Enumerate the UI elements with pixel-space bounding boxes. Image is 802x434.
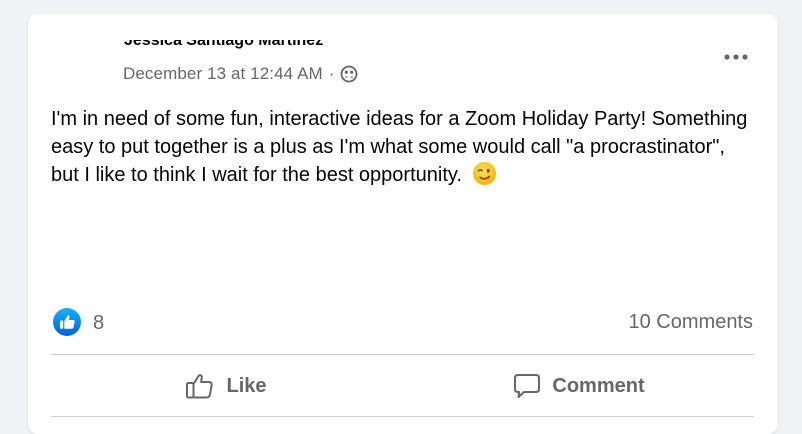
post-text: I'm in need of some fun, interactive ide… bbox=[51, 108, 748, 186]
comment-button-label: Comment bbox=[552, 374, 645, 397]
more-options-icon bbox=[724, 54, 748, 60]
comment-bubble-icon bbox=[514, 374, 541, 398]
author-name-text[interactable]: Jessica Santiago Martinez bbox=[124, 40, 323, 50]
comments-count-link[interactable]: 10 Comments bbox=[629, 311, 754, 334]
post-meta: December 13 at 12:44 AM · bbox=[123, 64, 358, 84]
meta-separator: · bbox=[328, 64, 335, 83]
divider bbox=[51, 416, 754, 417]
author-name[interactable]: Jessica Santiago Martinez bbox=[124, 40, 369, 54]
comment-button[interactable]: Comment bbox=[404, 367, 754, 405]
post-card: Jessica Santiago Martinez December 13 at… bbox=[28, 14, 778, 434]
thumbs-up-outline-icon bbox=[186, 374, 214, 399]
divider bbox=[51, 354, 754, 355]
post-timestamp[interactable]: December 13 at 12:44 AM bbox=[123, 64, 323, 84]
like-button[interactable]: Like bbox=[51, 367, 401, 405]
thumbs-up-reaction-icon[interactable] bbox=[52, 307, 82, 337]
like-count[interactable]: 8 bbox=[93, 312, 104, 335]
winking-face-emoji bbox=[472, 161, 497, 186]
like-button-label: Like bbox=[226, 374, 267, 397]
more-options-button[interactable] bbox=[720, 45, 752, 69]
group-audience-icon[interactable] bbox=[340, 65, 358, 83]
reactions-summary: 8 10 Comments bbox=[52, 307, 753, 337]
post-body: I'm in need of some fun, interactive ide… bbox=[51, 105, 756, 189]
